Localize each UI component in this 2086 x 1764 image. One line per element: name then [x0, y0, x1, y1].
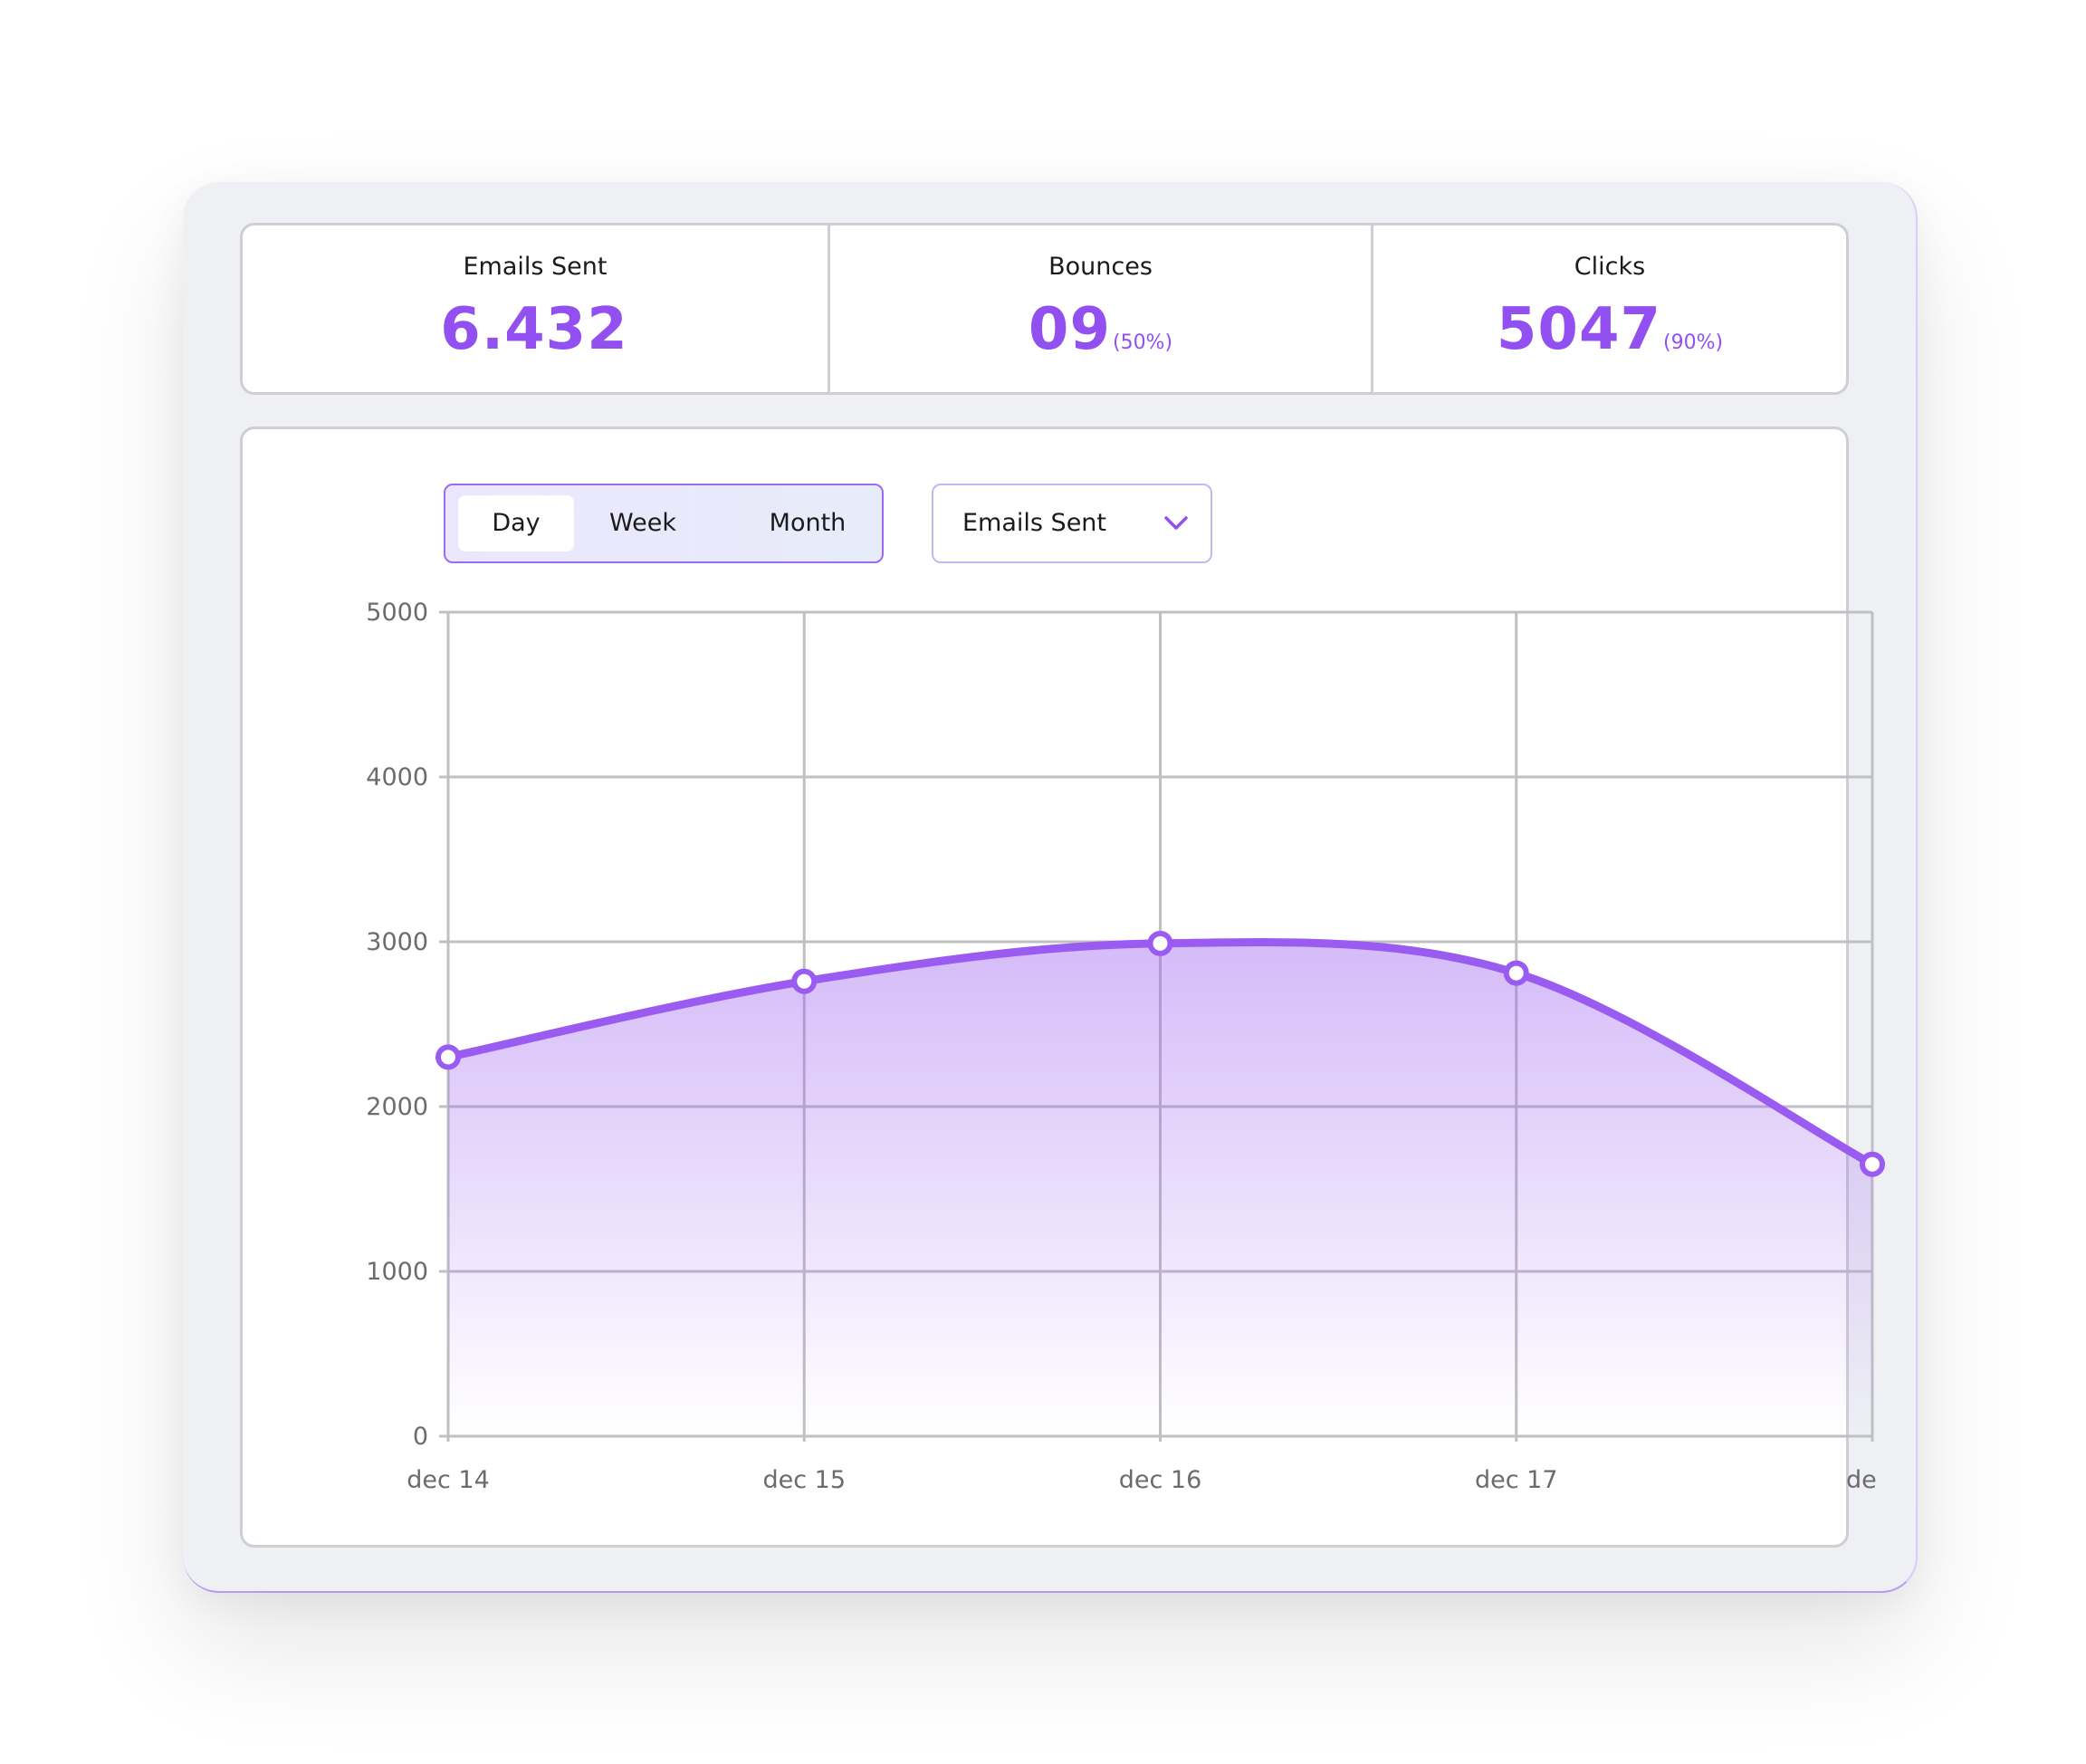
- range-week-button[interactable]: Week: [590, 495, 695, 551]
- range-month-button[interactable]: Month: [749, 495, 866, 551]
- stat-bounces: Bounces 09 (50%): [828, 225, 1371, 392]
- range-toggle: Day Week Month: [444, 484, 884, 563]
- stat-value: 5047: [1496, 296, 1662, 363]
- stat-value: 6.432: [440, 296, 628, 363]
- range-day-button[interactable]: Day: [458, 495, 574, 551]
- metric-dropdown[interactable]: Emails Sent: [932, 484, 1212, 563]
- metric-dropdown-label: Emails Sent: [962, 509, 1107, 537]
- stat-clicks: Clicks 5047 (90%): [1371, 225, 1846, 392]
- stat-percent: (90%): [1663, 331, 1724, 354]
- chart-card: [240, 427, 1849, 1548]
- stat-label: Clicks: [1574, 253, 1646, 281]
- stat-label: Bounces: [1048, 253, 1153, 281]
- dashboard-root: Emails Sent 6.432 Bounces 09 (50%) Click…: [0, 0, 2086, 1764]
- chevron-down-icon: [1164, 516, 1188, 530]
- stat-percent: (50%): [1112, 331, 1173, 354]
- stats-bar: Emails Sent 6.432 Bounces 09 (50%) Click…: [240, 223, 1849, 395]
- stat-emails-sent: Emails Sent 6.432: [243, 225, 828, 392]
- stat-label: Emails Sent: [463, 253, 608, 281]
- stat-value: 09: [1028, 296, 1111, 363]
